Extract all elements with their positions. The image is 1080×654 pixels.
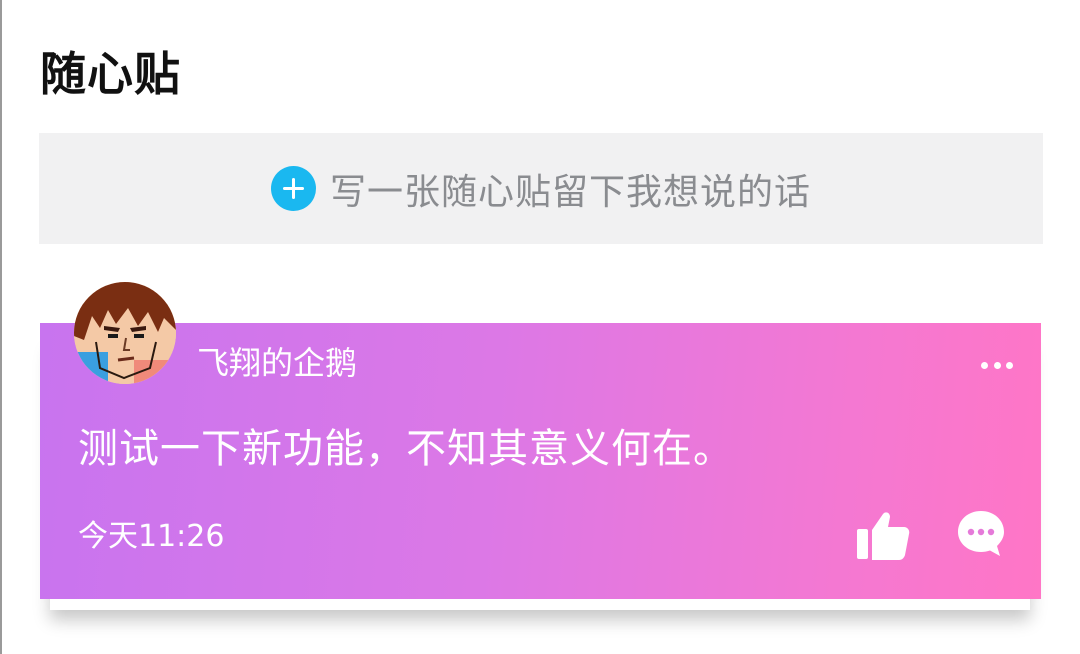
compose-placeholder: 写一张随心贴留下我想说的话	[329, 171, 811, 213]
window-edge	[0, 0, 2, 654]
note-content: 测试一下新功能，不知其意义何在。	[78, 426, 734, 472]
page-title: 随心贴	[40, 47, 181, 101]
note-timestamp: 今天11:26	[78, 519, 225, 554]
avatar-portrait-icon	[74, 282, 176, 384]
note-card: 飞翔的企鹅 测试一下新功能，不知其意义何在。 今天11:26	[40, 323, 1041, 599]
more-options-button[interactable]	[981, 359, 1013, 371]
compose-note-button[interactable]: 写一张随心贴留下我想说的话	[39, 133, 1043, 244]
comment-button[interactable]	[956, 509, 1006, 559]
thumbs-up-icon	[857, 512, 910, 560]
like-button[interactable]	[856, 509, 910, 561]
user-avatar[interactable]	[74, 282, 176, 384]
more-dots-icon	[981, 361, 988, 369]
plus-circle-icon	[270, 166, 316, 211]
comment-bubble-icon	[958, 511, 1004, 556]
author-name[interactable]: 飞翔的企鹅	[197, 343, 357, 383]
